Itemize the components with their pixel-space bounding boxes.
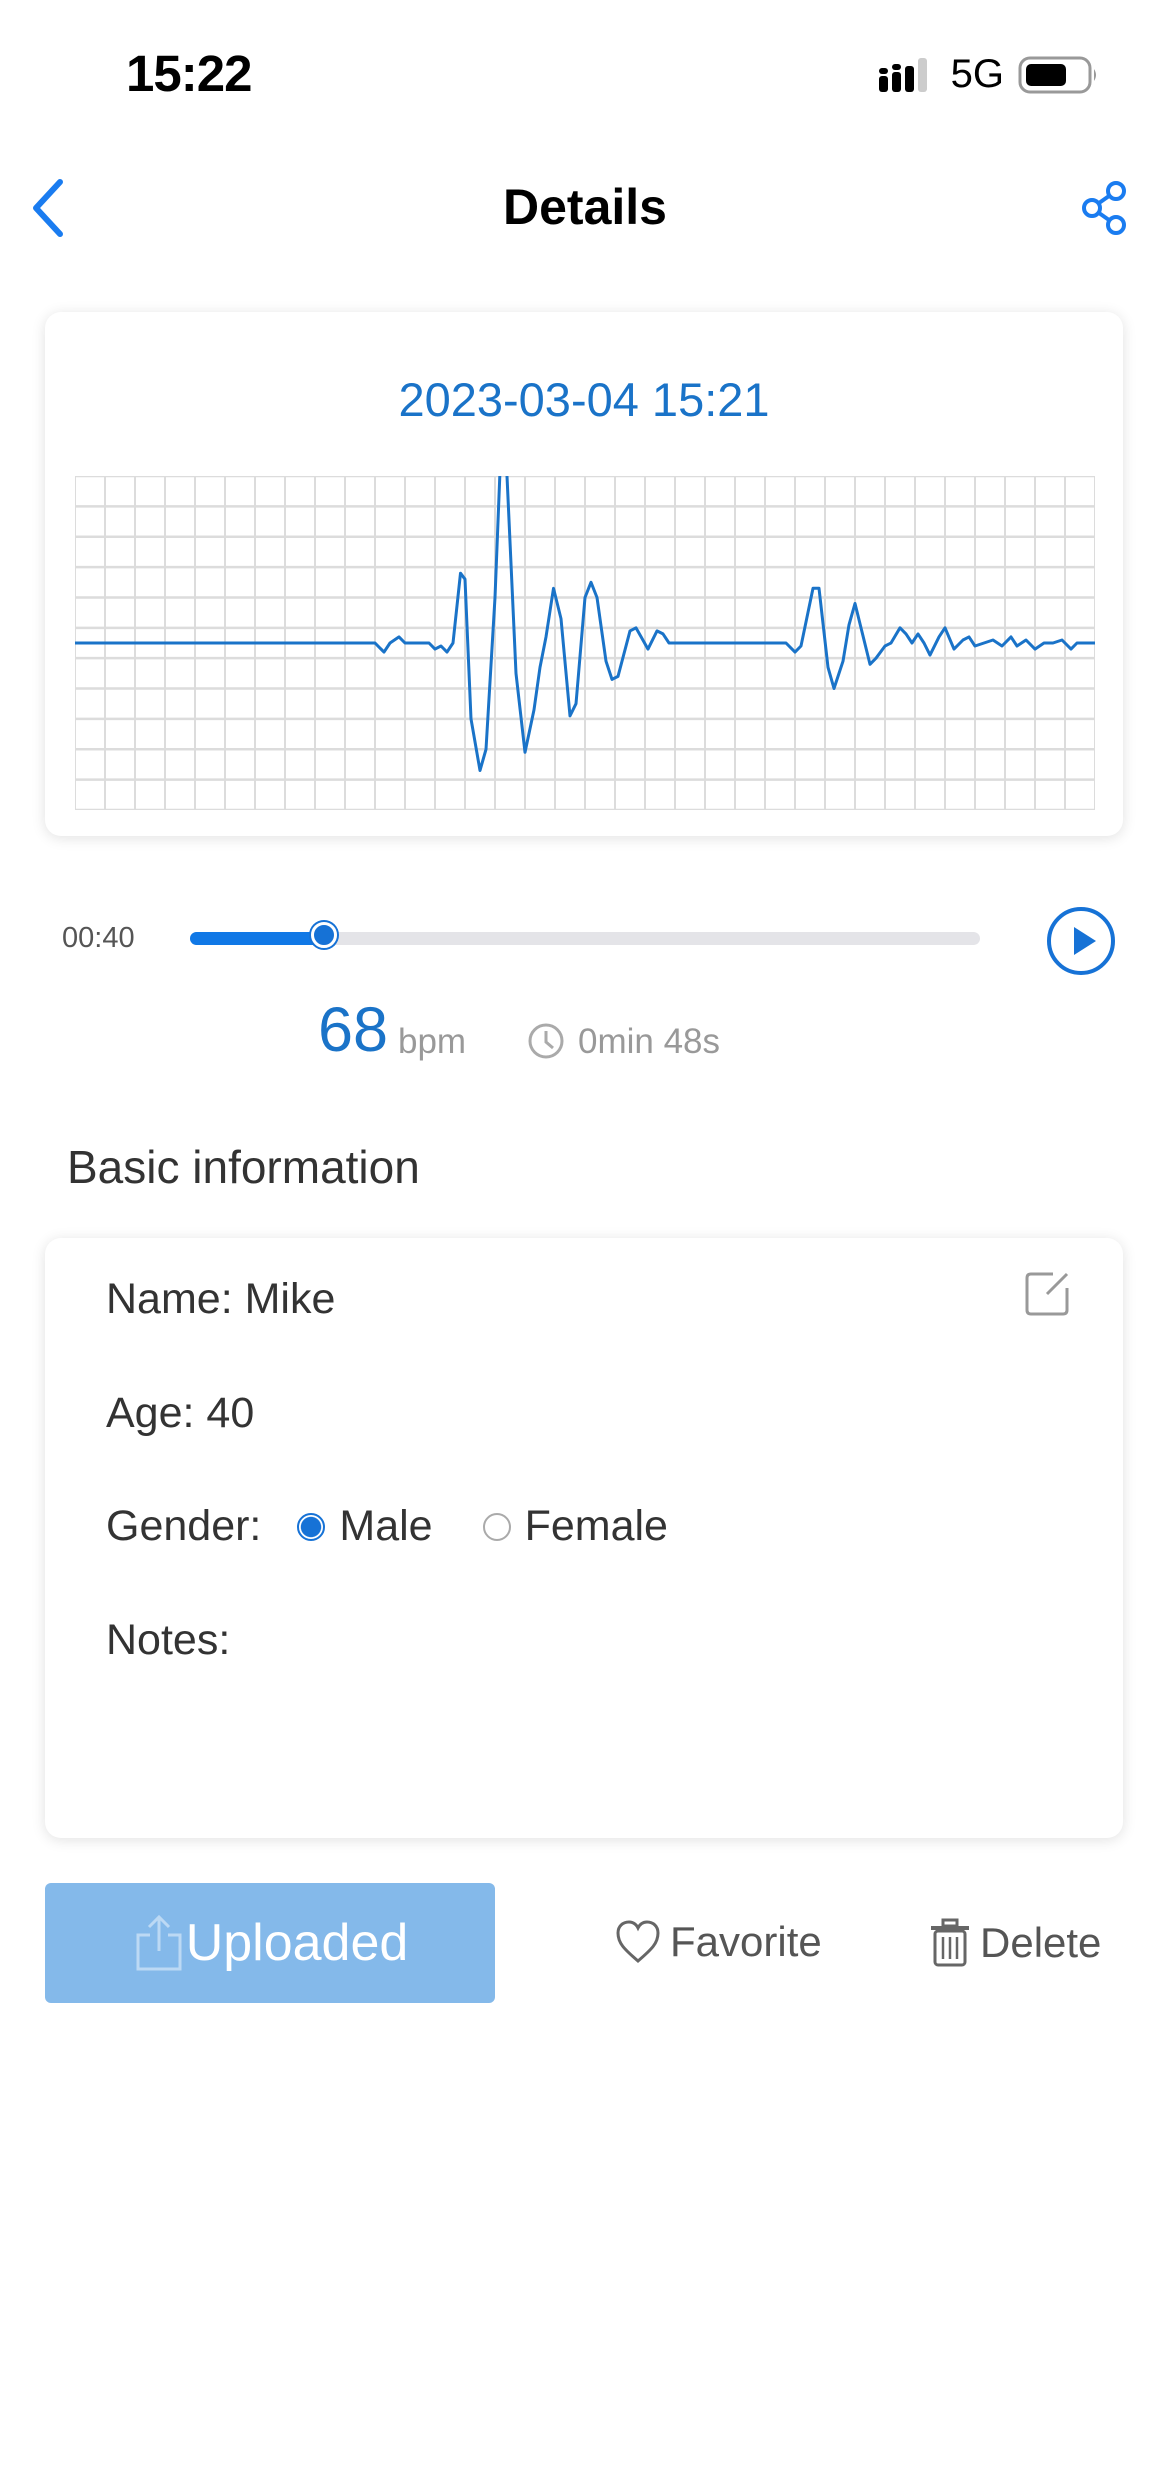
favorite-label: Favorite xyxy=(670,1918,822,1965)
gender-option-label: Female xyxy=(524,1502,668,1550)
gender-label: Gender: xyxy=(106,1502,262,1550)
play-circle-icon[interactable] xyxy=(1046,906,1116,976)
current-time: 00:40 xyxy=(62,922,135,954)
slider-thumb[interactable] xyxy=(311,922,338,948)
radio-male[interactable] xyxy=(297,1512,326,1541)
status-indicators: 5G xyxy=(877,52,1100,97)
gender-option-female[interactable]: Female xyxy=(482,1502,668,1551)
age-field: Age: 40 xyxy=(106,1389,255,1437)
trash-icon xyxy=(931,1918,969,1967)
share-icon[interactable] xyxy=(1080,180,1130,236)
heart-rate-value: 68 xyxy=(318,995,389,1065)
upload-label: Uploaded xyxy=(185,1914,409,1972)
page-title: Details xyxy=(503,179,667,235)
name-field: Name: Mike xyxy=(106,1275,336,1323)
heart-rate-unit: bpm xyxy=(398,1022,467,1061)
favorite-button[interactable]: Favorite xyxy=(614,1918,822,1966)
upload-button[interactable]: Uploaded xyxy=(45,1883,495,2003)
delete-button[interactable]: Delete xyxy=(928,1918,1101,1968)
upload-icon xyxy=(136,1914,182,1971)
recording-datetime: 2023-03-04 15:21 xyxy=(398,373,770,426)
signal-icon xyxy=(878,57,927,92)
waveform-chart xyxy=(75,476,1095,810)
section-title-basic-info: Basic information xyxy=(67,1141,420,1193)
slider-progress xyxy=(190,932,325,945)
notes-field: Notes: xyxy=(106,1616,231,1664)
radio-female[interactable] xyxy=(482,1512,511,1541)
gender-option-male[interactable]: Male xyxy=(297,1502,433,1551)
battery-icon xyxy=(1018,56,1096,93)
playback-slider[interactable] xyxy=(190,922,980,948)
network-type: 5G xyxy=(950,52,1004,96)
gender-option-label: Male xyxy=(339,1502,433,1550)
delete-label: Delete xyxy=(980,1919,1102,1966)
heart-icon xyxy=(616,1920,660,1963)
gender-field: Gender: Male Female xyxy=(106,1502,668,1551)
edit-icon[interactable] xyxy=(1023,1268,1073,1318)
status-time: 15:22 xyxy=(126,45,252,102)
recording-duration: 0min 48s xyxy=(578,1022,721,1061)
clock-icon xyxy=(528,1023,564,1059)
